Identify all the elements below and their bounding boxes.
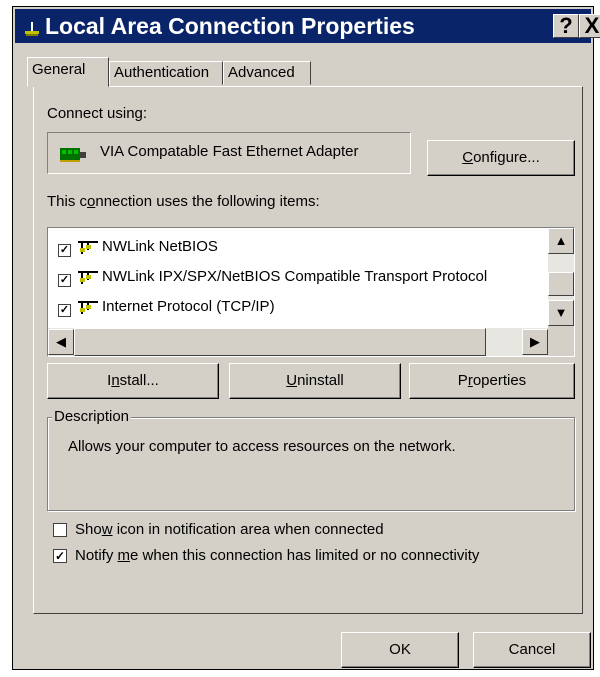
show-icon-checkbox[interactable] — [53, 523, 67, 537]
components-list[interactable]: ✓ NWLink NetBIOS ✓ NWLink IPX/SPX/NetBIO… — [47, 227, 575, 357]
protocol-icon — [78, 271, 98, 284]
title-bar[interactable]: Local Area Connection Properties ? X — [15, 9, 600, 43]
notify-checkbox[interactable]: ✓ — [53, 549, 67, 563]
scroll-corner — [548, 326, 574, 356]
item-checkbox[interactable]: ✓ — [58, 244, 71, 257]
connect-using-label: Connect using: — [47, 105, 148, 122]
network-connection-icon — [25, 22, 39, 36]
tab-advanced[interactable]: Advanced — [223, 61, 311, 85]
scroll-up-button[interactable]: ▲ — [548, 228, 574, 254]
item-label: NWLink IPX/SPX/NetBIOS Compatible Transp… — [102, 268, 488, 285]
scroll-left-button[interactable]: ◀ — [48, 329, 74, 355]
scroll-right-button[interactable]: ▶ — [522, 329, 548, 355]
description-text: Allows your computer to access resources… — [68, 438, 456, 455]
properties-button[interactable]: Properties — [409, 363, 575, 399]
tab-authentication[interactable]: Authentication — [109, 61, 223, 85]
tab-general[interactable]: General — [27, 57, 109, 87]
install-button[interactable]: Install... — [47, 363, 219, 399]
item-label: NWLink NetBIOS — [102, 238, 218, 255]
scroll-down-button[interactable]: ▼ — [548, 300, 574, 326]
ok-button[interactable]: OK — [341, 632, 459, 668]
horizontal-scrollbar[interactable]: ◀ ▶ — [48, 328, 548, 356]
help-button[interactable]: ? — [553, 14, 579, 38]
item-checkbox[interactable]: ✓ — [58, 274, 71, 287]
close-button[interactable]: X — [579, 14, 600, 38]
adapter-name: VIA Compatable Fast Ethernet Adapter — [100, 143, 359, 160]
items-label: This connection uses the following items… — [47, 193, 320, 210]
window-title: Local Area Connection Properties — [45, 13, 415, 39]
properties-dialog: Local Area Connection Properties ? X Gen… — [12, 6, 600, 670]
notify-label: Notify me when this connection has limit… — [75, 547, 480, 564]
description-legend: Description — [52, 408, 132, 425]
adapter-field: VIA Compatable Fast Ethernet Adapter — [47, 132, 411, 174]
uninstall-button[interactable]: Uninstall — [229, 363, 401, 399]
protocol-icon — [78, 241, 98, 254]
item-checkbox[interactable]: ✓ — [58, 304, 71, 317]
vertical-scrollbar[interactable]: ▲ ▼ — [548, 228, 574, 326]
configure-button[interactable]: Configure... — [427, 140, 575, 176]
protocol-icon — [78, 301, 98, 314]
vertical-scroll-thumb[interactable] — [548, 272, 574, 296]
cancel-button[interactable]: Cancel — [473, 632, 591, 668]
show-icon-label: Show icon in notification area when conn… — [75, 521, 384, 538]
description-group: Description Allows your computer to acce… — [47, 408, 575, 511]
network-adapter-icon — [60, 148, 86, 162]
item-label: Internet Protocol (TCP/IP) — [102, 298, 275, 315]
horizontal-scroll-thumb[interactable] — [74, 328, 486, 356]
